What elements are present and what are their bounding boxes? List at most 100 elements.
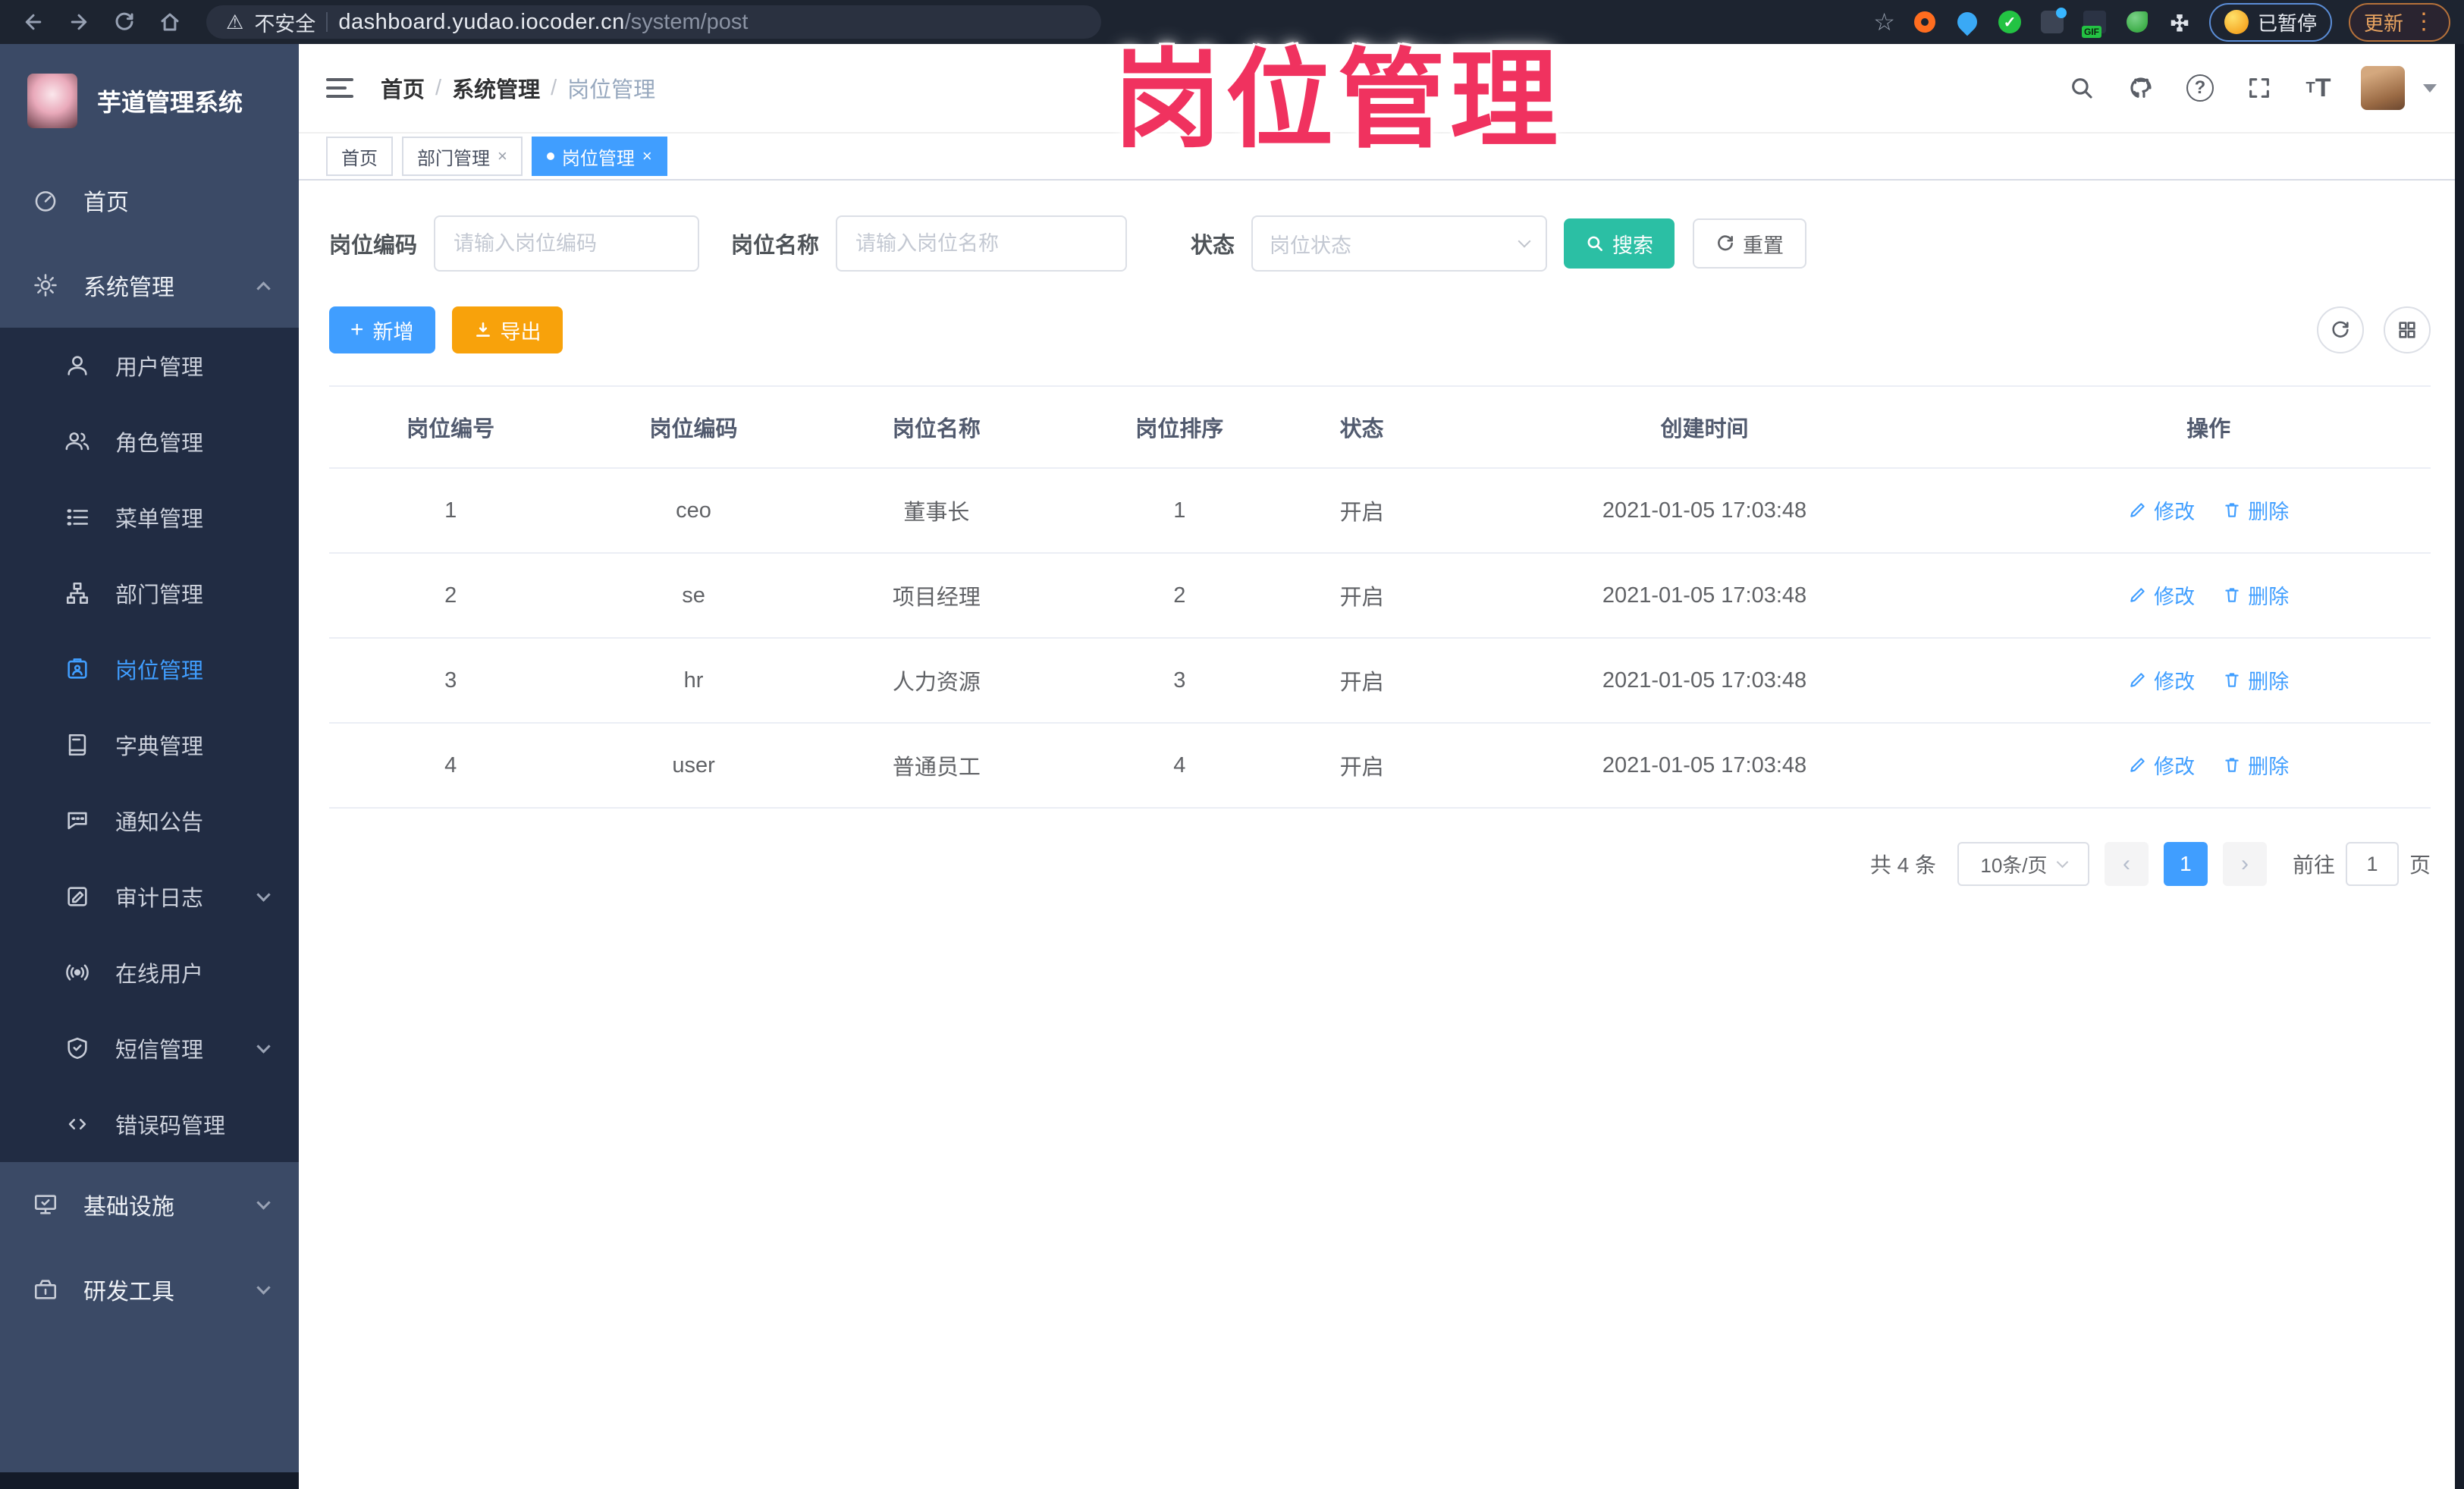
breadcrumb-home[interactable]: 首页 — [381, 72, 425, 104]
window-scrollbar[interactable] — [2455, 44, 2464, 1489]
sidebar: 芋道管理系统 首页 系统管理 用户管理 角色管理 菜单管理 部门管理 岗位管理 … — [0, 44, 299, 1489]
tab-posts[interactable]: 岗位管理 × — [531, 137, 667, 176]
pagination-total: 共 4 条 — [1869, 853, 1936, 877]
error-code-icon — [62, 1109, 93, 1139]
sidebar-collapse-bar[interactable] — [0, 1472, 299, 1489]
tab-home[interactable]: 首页 — [326, 137, 393, 176]
url-host[interactable]: dashboard.yudao.iocoder.cn — [338, 10, 624, 34]
chevron-down-icon — [256, 1280, 271, 1295]
app-logo[interactable]: 芋道管理系统 — [0, 44, 299, 158]
sidebar-item-online-users[interactable]: 在线用户 — [0, 935, 299, 1010]
sidebar-item-menus[interactable]: 菜单管理 — [0, 479, 299, 555]
avatar-caret-down-icon[interactable] — [2423, 83, 2437, 93]
refresh-button[interactable] — [2317, 306, 2364, 353]
extension-gif-icon[interactable]: GIF — [2081, 9, 2108, 38]
goto-page-input[interactable] — [2345, 842, 2399, 886]
sidebar-item-audit-log[interactable]: 审计日志 — [0, 859, 299, 935]
sidebar-item-dictionary[interactable]: 字典管理 — [0, 707, 299, 783]
prev-page-button[interactable]: ‹ — [2104, 842, 2149, 886]
url-path[interactable]: /system/post — [625, 10, 749, 34]
plus-icon: + — [350, 317, 364, 342]
profile-paused-chip[interactable]: 已暂停 — [2208, 2, 2332, 42]
sms-shield-icon — [62, 1033, 93, 1063]
user-avatar[interactable] — [2361, 66, 2405, 110]
tab-departments[interactable]: 部门管理 × — [402, 137, 523, 176]
tabs-bar: 首页 部门管理 × 岗位管理 × — [299, 134, 2464, 181]
sidebar-item-dev-tools[interactable]: 研发工具 — [0, 1247, 299, 1332]
status-label: 状态 — [1191, 234, 1235, 258]
close-icon[interactable]: × — [498, 146, 507, 166]
font-size-icon[interactable]: TT — [2302, 71, 2335, 105]
extension-blue-pin-icon[interactable] — [1953, 8, 1982, 36]
current-page-button[interactable]: 1 — [2163, 842, 2208, 886]
extension-green-check-icon[interactable]: ✓ — [1997, 9, 2023, 35]
security-label[interactable]: 不安全 — [254, 8, 315, 37]
fullscreen-icon[interactable] — [2243, 71, 2276, 105]
table-row: 2 se 项目经理 2 开启 2021-01-05 17:03:48 修改 删除 — [329, 553, 2431, 639]
sidebar-item-users[interactable]: 用户管理 — [0, 328, 299, 404]
breadcrumb: 首页 / 系统管理 / 岗位管理 — [381, 72, 655, 104]
table-row: 1 ceo 董事长 1 开启 2021-01-05 17:03:48 修改 删除 — [329, 468, 2431, 554]
address-bar[interactable]: ⚠ 不安全 dashboard.yudao.iocoder.cn/system/… — [206, 5, 1101, 39]
export-button[interactable]: 导出 — [451, 306, 563, 353]
role-icon — [62, 426, 93, 457]
delete-link[interactable]: 删除 — [2222, 665, 2289, 695]
dev-tools-icon — [30, 1274, 61, 1305]
sidebar-submenu-system: 用户管理 角色管理 菜单管理 部门管理 岗位管理 字典管理 通知公告 审计日志 … — [0, 328, 299, 1162]
browser-update-button[interactable]: 更新 ⋮ — [2348, 2, 2450, 42]
help-icon[interactable]: ? — [2183, 71, 2217, 105]
post-name-input[interactable] — [836, 215, 1128, 272]
sidebar-item-notices[interactable]: 通知公告 — [0, 783, 299, 859]
post-code-input[interactable] — [434, 215, 700, 272]
reset-button[interactable]: 重置 — [1693, 218, 1807, 269]
extensions-puzzle-icon[interactable] — [2167, 9, 2192, 35]
search-button[interactable]: 搜索 — [1564, 218, 1675, 269]
home-icon[interactable] — [150, 5, 190, 39]
browser-menu-kebab-icon[interactable]: ⋮ — [2412, 11, 2435, 33]
profile-avatar-emoji — [2224, 10, 2249, 34]
extension-orange-ring-icon[interactable] — [1912, 9, 1938, 35]
menu-list-icon — [62, 502, 93, 532]
page-content: 岗位编码 岗位名称 状态 岗位状态 搜索 重置 — [299, 181, 2464, 1489]
column-settings-button[interactable] — [2384, 306, 2431, 353]
user-icon — [62, 350, 93, 381]
sidebar-item-departments[interactable]: 部门管理 — [0, 555, 299, 631]
sidebar-item-posts[interactable]: 岗位管理 — [0, 631, 299, 707]
post-badge-icon — [62, 654, 93, 684]
reload-icon[interactable] — [105, 5, 144, 39]
sidebar-item-error-codes[interactable]: 错误码管理 — [0, 1086, 299, 1162]
status-select[interactable]: 岗位状态 — [1251, 215, 1548, 272]
add-button[interactable]: + 新增 — [329, 306, 435, 353]
github-icon[interactable] — [2124, 71, 2158, 105]
not-secure-warning-icon: ⚠ — [226, 10, 244, 33]
delete-link[interactable]: 删除 — [2222, 495, 2289, 525]
sidebar-toggle-hamburger-icon[interactable] — [326, 78, 353, 98]
bookmark-star-icon[interactable]: ☆ — [1873, 8, 1895, 36]
back-icon[interactable] — [14, 5, 53, 39]
delete-link[interactable]: 删除 — [2222, 750, 2289, 780]
forward-icon[interactable] — [59, 5, 99, 39]
delete-link[interactable]: 删除 — [2222, 580, 2289, 610]
sidebar-item-sms[interactable]: 短信管理 — [0, 1010, 299, 1086]
edit-link[interactable]: 修改 — [2128, 495, 2195, 525]
edit-link[interactable]: 修改 — [2128, 580, 2195, 610]
edit-link[interactable]: 修改 — [2128, 665, 2195, 695]
next-page-button[interactable]: › — [2222, 842, 2267, 886]
page-size-select[interactable]: 10条/页 — [1957, 842, 2089, 886]
sidebar-item-home[interactable]: 首页 — [0, 158, 299, 243]
page-unit-label: 页 — [2409, 853, 2431, 877]
edit-link[interactable]: 修改 — [2128, 750, 2195, 780]
extension-plant-icon[interactable] — [2124, 9, 2150, 35]
close-icon[interactable]: × — [642, 146, 652, 166]
browser-toolbar: ⚠ 不安全 dashboard.yudao.iocoder.cn/system/… — [0, 0, 2464, 44]
search-icon[interactable] — [2065, 71, 2098, 105]
breadcrumb-current: 岗位管理 — [567, 78, 656, 102]
sidebar-item-system[interactable]: 系统管理 — [0, 243, 299, 328]
extension-settings-icon[interactable] — [2039, 8, 2067, 35]
gear-icon — [30, 270, 61, 300]
chevron-down-icon — [256, 1038, 271, 1054]
breadcrumb-system[interactable]: 系统管理 — [452, 72, 540, 104]
sidebar-item-roles[interactable]: 角色管理 — [0, 404, 299, 479]
sidebar-item-infrastructure[interactable]: 基础设施 — [0, 1162, 299, 1247]
goto-label: 前往 — [2292, 853, 2335, 877]
